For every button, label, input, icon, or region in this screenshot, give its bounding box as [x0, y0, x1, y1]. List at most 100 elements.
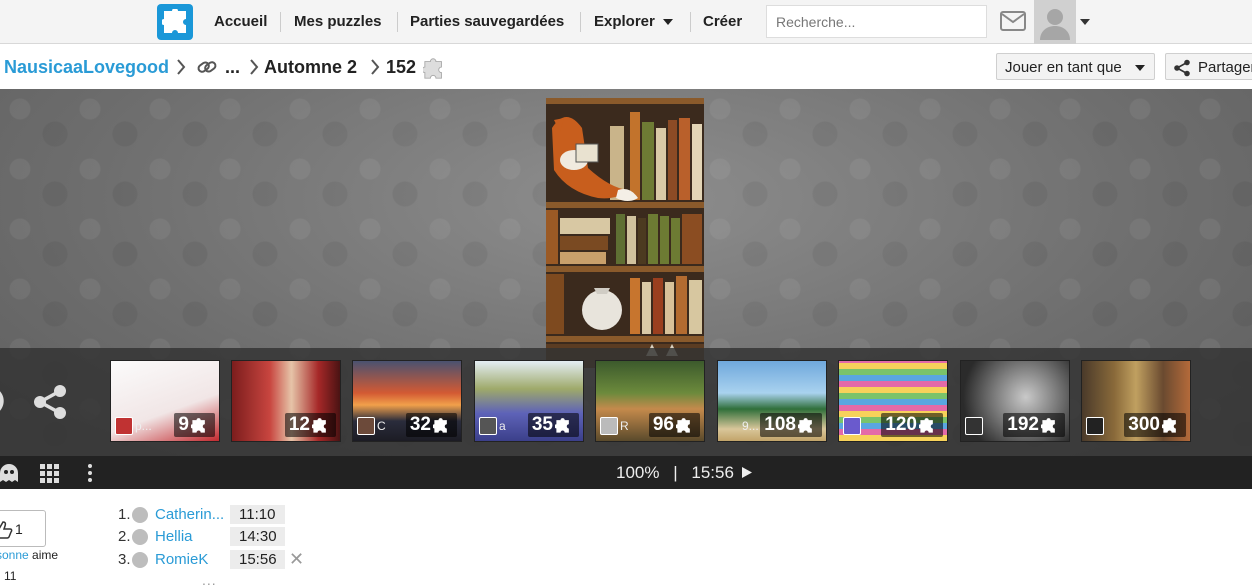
- score-time: 15:56: [230, 550, 285, 569]
- score-rank: 2.: [118, 528, 131, 545]
- nav-home[interactable]: Accueil: [214, 13, 267, 30]
- nav-saved-games[interactable]: Parties sauvegardées: [410, 13, 564, 30]
- score-player-name[interactable]: Catherin...: [155, 506, 224, 523]
- piece-count-badge: 32: [405, 413, 457, 437]
- thumb-user-avatar: [1086, 417, 1104, 435]
- puzzle-toolbar: 100% | 15:56: [0, 456, 1252, 489]
- piece-count-badge: 108: [760, 413, 822, 437]
- score-row: 2. Hellia 14:30: [118, 527, 308, 547]
- piece-count: 192: [1007, 414, 1039, 435]
- score-time: 14:30: [230, 527, 285, 546]
- puzzle-thumbnail[interactable]: C 32: [352, 360, 462, 442]
- piece-count: 108: [764, 414, 796, 435]
- piece-count: 300: [1128, 414, 1160, 435]
- piece-count: 9: [178, 414, 189, 435]
- site-logo[interactable]: [157, 4, 193, 40]
- puzzle-piece-icon: [918, 418, 933, 433]
- score-player-name[interactable]: RomieK: [155, 551, 208, 568]
- score-row: 1. Catherin... 11:10: [118, 505, 308, 525]
- nav-explore[interactable]: Explorer: [594, 13, 673, 30]
- puzzle-thumbnail[interactable]: 120: [838, 360, 948, 442]
- nav-divider: [280, 12, 281, 32]
- ghost-icon[interactable]: [0, 463, 20, 483]
- thumb-user-avatar: [965, 417, 983, 435]
- share-button[interactable]: Partager: [1165, 53, 1252, 80]
- piece-count: 32: [409, 414, 431, 435]
- status-divider: |: [673, 463, 678, 482]
- puzzle-piece-icon: [311, 418, 326, 433]
- breadcrumb-piece-count: 152: [386, 57, 417, 77]
- puzzle-thumbnail[interactable]: 9... 108: [717, 360, 827, 442]
- puzzle-piece-icon: [1040, 418, 1055, 433]
- piece-count: 96: [652, 414, 674, 435]
- nav-divider: [397, 12, 398, 32]
- breadcrumb-ellipsis[interactable]: ...: [225, 57, 240, 78]
- puzzle-thumbnail[interactable]: p... 9: [110, 360, 220, 442]
- likes-person-link[interactable]: sonne: [0, 548, 29, 562]
- piece-count-badge: 120: [881, 413, 943, 437]
- like-button[interactable]: 1: [0, 510, 46, 547]
- chevron-right-icon: [177, 59, 186, 75]
- thumb-user-name: 9...: [742, 419, 759, 433]
- nav-my-puzzles[interactable]: Mes puzzles: [294, 13, 382, 30]
- nav-divider: [690, 12, 691, 32]
- user-silhouette-icon: [1040, 9, 1070, 40]
- chevron-down-icon: [1135, 65, 1145, 71]
- puzzle-thumbnail[interactable]: 300: [1081, 360, 1191, 442]
- thumb-user-avatar: [600, 417, 618, 435]
- score-player-name[interactable]: Hellia: [155, 528, 193, 545]
- nav-divider: [580, 12, 581, 32]
- progress-status: 100% | 15:56: [616, 463, 753, 483]
- user-avatar-icon: [132, 507, 148, 523]
- account-menu-caret-icon[interactable]: [1080, 19, 1090, 25]
- puzzle-piece-icon: [190, 418, 205, 433]
- progress-percent: 100%: [616, 463, 660, 482]
- piece-count-badge: 300: [1124, 413, 1186, 437]
- mail-icon[interactable]: [1000, 11, 1026, 31]
- thumb-user-name: p...: [135, 419, 152, 433]
- puzzle-stage[interactable]: p... 9 12 C 32 a 35 R 96 9... 108 120 19…: [0, 89, 1252, 456]
- views-count: 11: [4, 569, 17, 583]
- thumb-user-name: C: [377, 419, 386, 433]
- close-icon[interactable]: ✕: [289, 549, 304, 570]
- link-icon[interactable]: [196, 58, 218, 76]
- user-avatar-icon: [132, 529, 148, 545]
- piece-count-badge: 9: [174, 413, 215, 437]
- breadcrumb: NausicaaLovegood ... Automne 2 152 Jouer…: [0, 45, 1252, 89]
- piece-count-badge: 96: [648, 413, 700, 437]
- thumb-user-avatar: [115, 417, 133, 435]
- puzzle-thumbnail[interactable]: 192: [960, 360, 1070, 442]
- share-icon[interactable]: [30, 384, 70, 420]
- puzzle-logo-icon: [162, 9, 186, 33]
- piece-count: 12: [288, 414, 310, 435]
- thumb-user-name: a: [499, 419, 506, 433]
- puzzle-thumbnail[interactable]: R 96: [595, 360, 705, 442]
- puzzle-thumbnail[interactable]: a 35: [474, 360, 584, 442]
- grid-icon[interactable]: [39, 463, 61, 483]
- play-icon[interactable]: [741, 466, 753, 479]
- puzzle-piece-icon: [675, 418, 690, 433]
- breadcrumb-album[interactable]: Automne 2: [264, 57, 357, 78]
- related-puzzles-strip: p... 9 12 C 32 a 35 R 96 9... 108 120 19…: [0, 348, 1252, 456]
- play-as-dropdown[interactable]: Jouer en tant que: [996, 53, 1155, 80]
- piece-count-badge: 12: [284, 413, 336, 437]
- piece-count-badge: 35: [527, 413, 579, 437]
- likes-summary: sonne aime: [0, 548, 58, 562]
- user-avatar[interactable]: [1034, 0, 1076, 44]
- chevron-right-icon: [250, 59, 259, 75]
- nav-create[interactable]: Créer: [703, 13, 742, 30]
- puzzle-piece-icon: [1161, 418, 1176, 433]
- top-navigation: Accueil Mes puzzles Parties sauvegardées…: [0, 0, 1252, 44]
- puzzle-image[interactable]: [546, 98, 704, 368]
- puzzle-piece-icon: [797, 418, 812, 433]
- more-vertical-icon[interactable]: [86, 463, 94, 483]
- score-rank: 3.: [118, 551, 131, 568]
- breadcrumb-user[interactable]: NausicaaLovegood: [4, 57, 169, 78]
- more-scores[interactable]: ...: [202, 572, 217, 588]
- thumb-user-avatar: [479, 417, 497, 435]
- refresh-icon[interactable]: [0, 384, 14, 418]
- puzzle-thumbnail[interactable]: 12: [231, 360, 341, 442]
- search-input[interactable]: [766, 5, 987, 38]
- thumb-user-name: R: [620, 419, 629, 433]
- score-rank: 1.: [118, 506, 131, 523]
